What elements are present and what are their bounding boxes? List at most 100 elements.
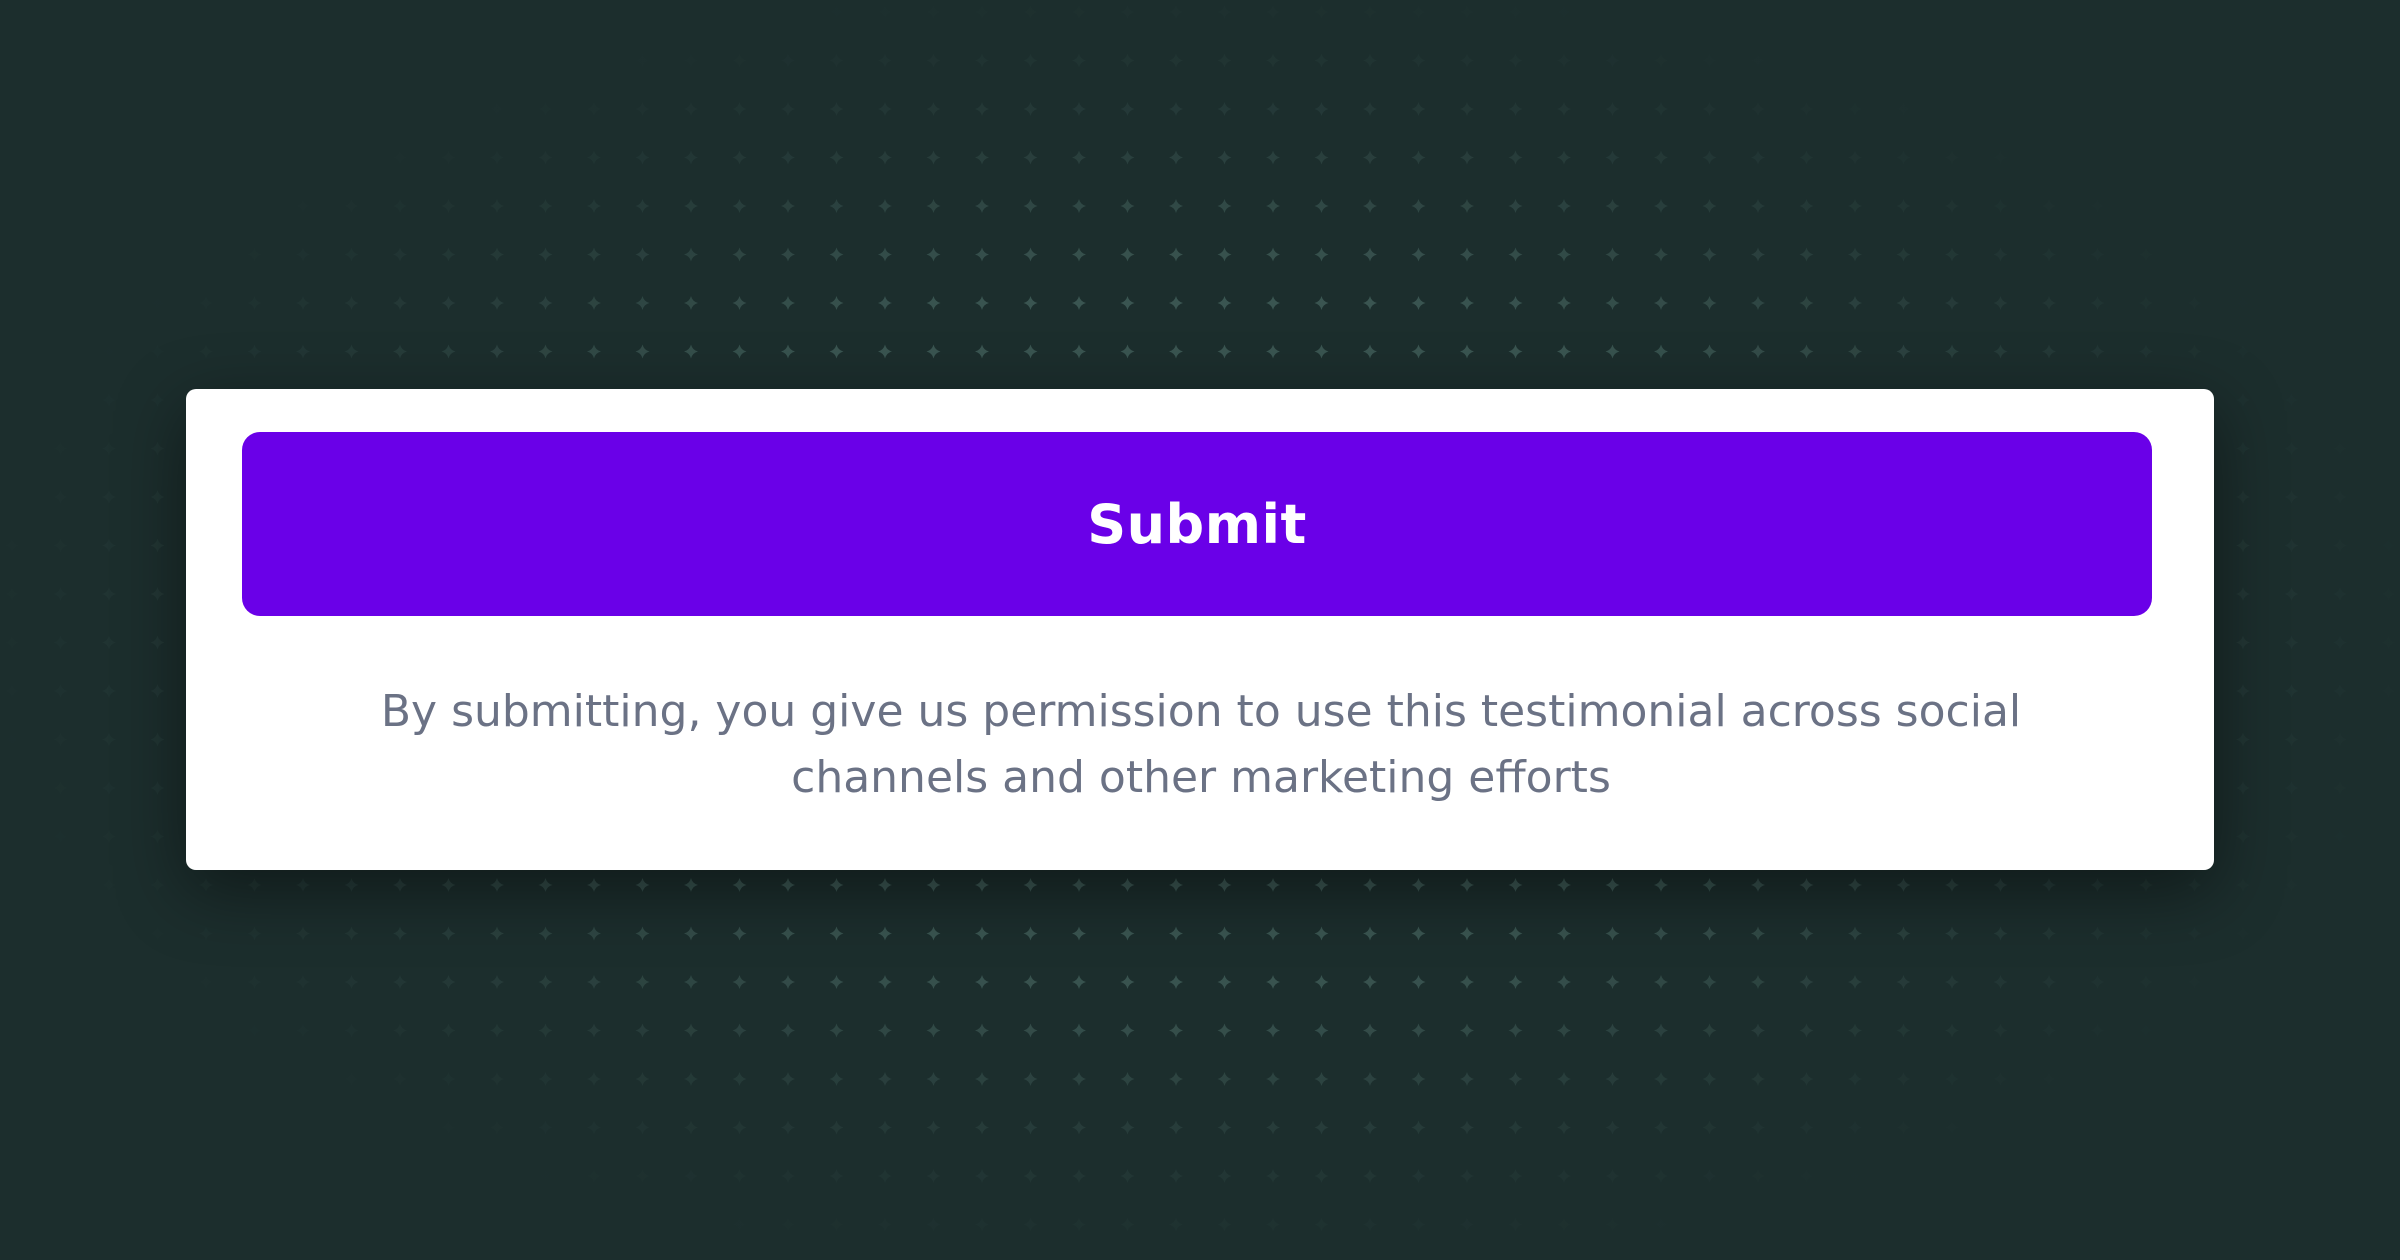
sparkle-icon [829,199,844,213]
sparkle-icon [1266,5,1280,19]
sparkle-icon [2139,1023,2153,1038]
sparkle-icon [1751,1169,1765,1183]
sparkle-icon [587,926,601,941]
sparkle-icon [1508,1169,1523,1183]
sparkle-icon [102,587,116,601]
sparkle-icon [1605,247,1620,262]
sparkle-icon [1314,1217,1329,1232]
sparkle-icon [2187,878,2202,892]
sparkle-icon [150,829,165,844]
sparkle-icon [781,878,795,892]
sparkle-icon [1945,247,1959,262]
sparkle-icon [732,1169,747,1183]
sparkle-icon [1023,878,1038,892]
sparkle-icon [1266,247,1280,262]
sparkle-icon [1702,102,1717,116]
sparkle-icon [2236,684,2250,698]
sparkle-icon [150,732,165,747]
sparkle-icon [1217,102,1232,116]
sparkle-icon [1314,1072,1329,1086]
sparkle-icon [587,878,601,892]
sparkle-icon [781,296,795,310]
sparkle-icon [1508,53,1523,68]
sparkle-icon [296,247,310,262]
sparkle-icon [635,926,650,941]
sparkle-icon [587,1023,601,1038]
sparkle-icon [829,344,844,359]
sparkle-icon [2090,199,2105,213]
sparkle-icon [5,635,19,650]
sparkle-icon [732,150,747,165]
sparkle-icon [1848,1072,1862,1086]
sparkle-icon [1751,102,1765,116]
sparkle-icon [1411,1023,1426,1038]
sparkle-icon [1072,296,1086,310]
sparkle-icon [2090,926,2105,941]
sparkle-icon [1993,1072,2008,1086]
sparkle-icon [878,1120,892,1135]
sparkle-icon [150,684,165,698]
sparkle-icon [199,878,213,892]
sparkle-icon [2381,635,2396,650]
sparkle-icon [441,247,456,262]
sparkle-icon [781,199,795,213]
sparkle-icon [538,878,553,892]
sparkle-icon [635,199,650,213]
sparkle-icon [1072,344,1086,359]
sparkle-icon [878,1023,892,1038]
sparkle-icon [150,781,165,795]
sparkle-icon [2284,684,2299,698]
sparkle-icon [684,926,698,941]
sparkle-icon [635,150,650,165]
sparkle-icon [1848,926,1862,941]
sparkle-icon [344,199,359,213]
sparkle-icon [635,344,650,359]
sparkle-icon [2042,975,2056,989]
sparkle-icon [1702,1169,1717,1183]
sparkle-icon [1460,926,1474,941]
sparkle-icon [53,829,68,844]
sparkle-icon [1314,199,1329,213]
sparkle-icon [635,1023,650,1038]
sparkle-icon [2333,538,2347,553]
sparkle-icon [1896,1072,1911,1086]
sparkle-icon [2381,587,2396,601]
sparkle-icon [1848,344,1862,359]
sparkle-icon [538,247,553,262]
sparkle-icon [1508,5,1523,19]
sparkle-icon [1945,878,1959,892]
sparkle-icon [1411,926,1426,941]
sparkle-icon [1751,247,1765,262]
sparkle-icon [732,975,747,989]
sparkle-icon [1120,1023,1135,1038]
sparkle-icon [1169,878,1183,892]
sparkle-icon [1751,1023,1765,1038]
sparkle-icon [926,1023,941,1038]
sparkle-icon [732,296,747,310]
sparkle-icon [2042,878,2056,892]
sparkle-icon [1751,150,1765,165]
sparkle-icon [393,344,407,359]
sparkle-icon [1363,150,1377,165]
sparkle-icon [2139,975,2153,989]
sparkle-icon [975,1023,989,1038]
sparkle-icon [1654,1120,1668,1135]
sparkle-icon [1314,296,1329,310]
sparkle-icon [1993,1023,2008,1038]
sparkle-icon [2139,344,2153,359]
sparkle-icon [1605,1169,1620,1183]
sparkle-icon [53,781,68,795]
sparkle-icon [878,296,892,310]
sparkle-icon [975,102,989,116]
submit-button[interactable]: Submit [242,432,2152,616]
sparkle-icon [1460,102,1474,116]
sparkle-icon [1557,150,1571,165]
sparkle-icon [732,53,747,68]
sparkle-icon [1169,5,1183,19]
sparkle-icon [247,344,262,359]
sparkle-icon [1363,926,1377,941]
sparkle-icon [1605,102,1620,116]
sparkle-icon [1751,975,1765,989]
sparkle-icon [1751,344,1765,359]
sparkle-icon [975,5,989,19]
